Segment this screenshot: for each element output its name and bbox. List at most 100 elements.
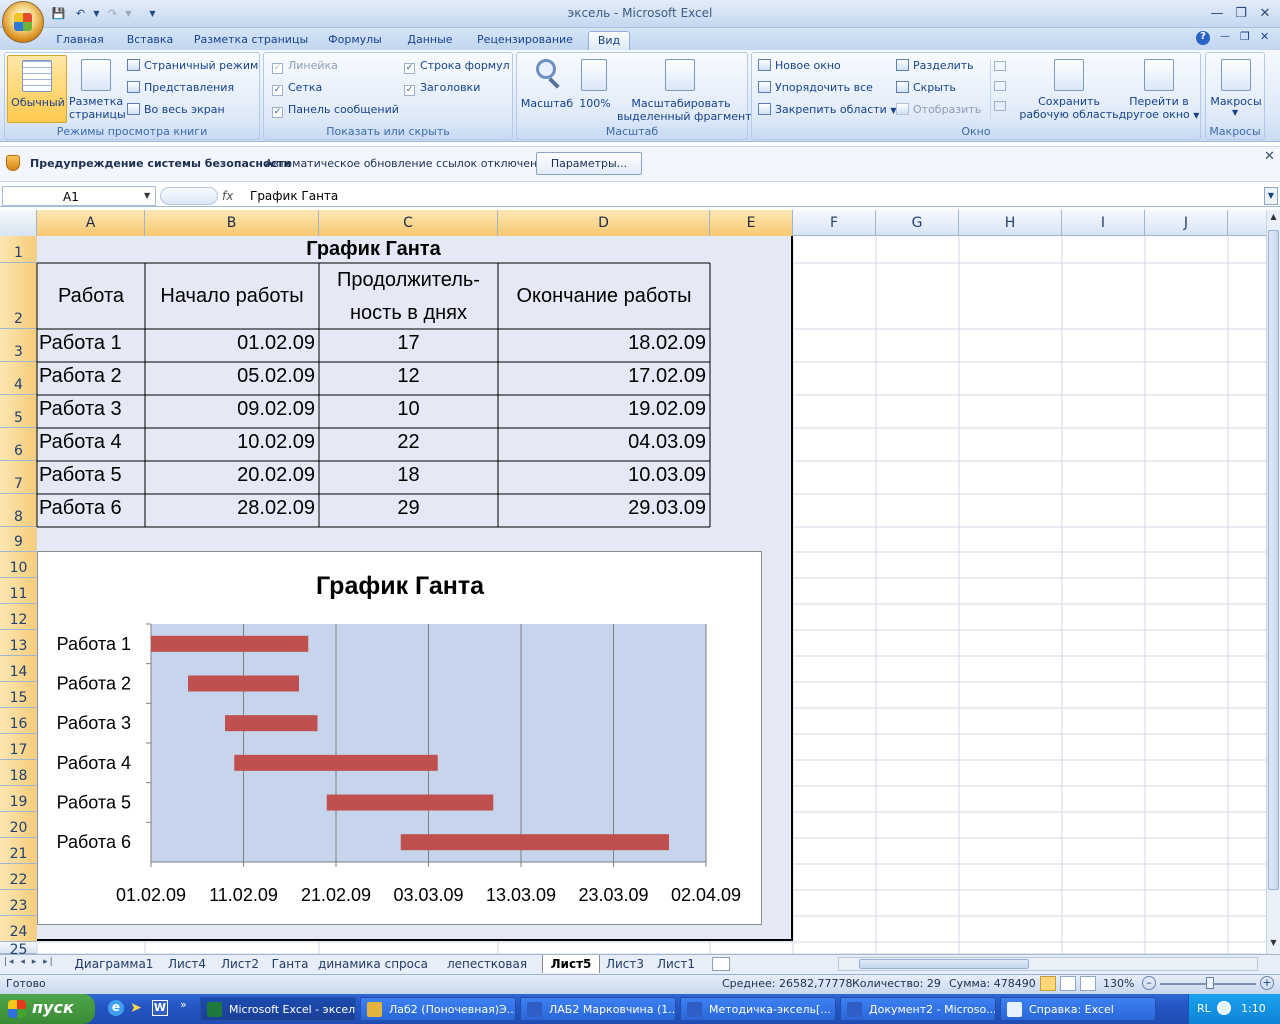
tab-page-layout[interactable]: Разметка страницы [192,31,310,50]
taskbar-item[interactable]: ЛАБ2 Марковчина (1... [520,997,676,1021]
page-layout-status-icon[interactable] [1060,976,1076,991]
start-button[interactable]: пуск [0,994,95,1024]
security-close-icon[interactable]: ✕ [1264,149,1275,164]
hide-button[interactable]: Скрыть [896,81,956,94]
sheet-tab[interactable]: Лист5 [542,955,600,973]
macros-button[interactable]: Макросы ▼ [1208,55,1264,121]
cell-end[interactable]: 29.03.09 [498,497,706,520]
taskbar-item[interactable]: Документ2 - Microso... [840,997,996,1021]
zoom-slider-thumb[interactable] [1206,977,1214,989]
tab-view[interactable]: Вид [588,31,630,50]
zoom-to-selection-button[interactable]: Масштабировать выделенный фрагмент [617,55,752,123]
office-button[interactable] [2,1,44,43]
page-layout-button[interactable]: Разметка страницы [69,55,126,123]
cell-end[interactable]: 04.03.09 [498,431,706,454]
sheet-tab[interactable]: лепестковая [432,955,542,973]
scroll-thumb[interactable] [1268,230,1279,890]
cell-work[interactable]: Работа 5 [39,464,143,487]
taskbar-item[interactable]: Справка: Excel [1000,997,1156,1021]
cell-duration[interactable]: 18 [319,464,498,487]
cell-work[interactable]: Работа 3 [39,398,143,421]
cell-duration[interactable]: 17 [319,332,498,355]
unhide-button[interactable]: Отобразить [896,103,981,116]
select-all-button[interactable] [0,210,37,236]
full-screen-button[interactable]: Во весь экран [127,103,225,116]
headings-checkbox[interactable]: ✓ Заголовки [404,81,480,96]
ribbon-restore-icon[interactable]: ❐ [1240,30,1250,43]
table-title[interactable]: График Ганта [37,238,710,261]
header-start[interactable]: Начало работы [145,285,319,308]
taskbar-more-icon[interactable]: » [180,998,187,1011]
vertical-scrollbar[interactable]: ▲ ▼ [1266,210,1280,954]
cell-work[interactable]: Работа 6 [39,497,143,520]
page-break-view-button[interactable]: Страничный режим [127,59,258,72]
save-workspace-button[interactable]: Сохранить рабочую область [1014,55,1124,121]
custom-views-button[interactable]: Представления [127,81,234,94]
column-header-e[interactable]: E [710,210,793,236]
arrange-all-button[interactable]: Упорядочить все [758,81,873,94]
sheet-tab[interactable]: Ганта [266,955,314,973]
cell-start[interactable]: 28.02.09 [145,497,315,520]
tray-icon[interactable] [1217,1001,1231,1015]
cell-duration[interactable]: 29 [319,497,498,520]
cell-end[interactable]: 10.03.09 [498,464,706,487]
tab-review[interactable]: Рецензирование [472,31,578,50]
ribbon-minimize-icon[interactable]: — [1220,31,1230,42]
close-icon[interactable]: ✕ [1254,3,1276,23]
cell-start[interactable]: 20.02.09 [145,464,315,487]
column-header-f[interactable]: F [793,210,876,236]
ie-icon[interactable]: e [108,1000,124,1016]
name-box[interactable]: A1 [2,186,156,206]
insert-function-button[interactable]: fx [222,189,233,203]
sheet-nav-icons[interactable]: |◂ ◂ ▸ ▸| [4,957,55,967]
tab-home[interactable]: Главная [50,31,110,50]
ruler-checkbox[interactable]: ✓ Линейка [272,59,338,74]
header-duration-line1[interactable]: Продолжитель- [319,269,498,292]
gantt-chart[interactable]: График Ганта 01.02.09 11.02.09 21.02.09 03.0… [37,551,762,925]
zoom-button[interactable]: Масштаб [519,55,575,121]
normal-view-status-icon[interactable] [1040,976,1056,991]
options-button[interactable]: Параметры... [536,152,642,175]
minimize-icon[interactable]: — [1206,3,1228,23]
zoom-in-icon[interactable]: + [1260,976,1274,990]
header-end[interactable]: Окончание работы [498,285,710,308]
taskbar-item[interactable]: Microsoft Excel - эксель [200,997,356,1021]
horizontal-scrollbar[interactable] [838,957,1258,971]
zoom-out-icon[interactable]: – [1142,976,1156,990]
cell-start[interactable]: 09.02.09 [145,398,315,421]
name-box-dropdown-icon[interactable]: ▼ [144,191,150,200]
insert-sheet-icon[interactable] [712,957,730,971]
cell-duration[interactable]: 12 [319,365,498,388]
column-header-d[interactable]: D [498,210,710,236]
sheet-tab[interactable]: Лист2 [214,955,266,973]
restore-icon[interactable]: ❐ [1230,3,1252,23]
cell-work[interactable]: Работа 1 [39,332,143,355]
formula-bar-checkbox[interactable]: ✓ Строка формул [404,59,510,74]
column-header-g[interactable]: G [876,210,959,236]
normal-view-button[interactable]: Обычный [7,55,67,123]
cell-work[interactable]: Работа 4 [39,431,143,454]
formula-expand-icon[interactable]: ▼ [1264,187,1278,205]
cell-start[interactable]: 01.02.09 [145,332,315,355]
cell-start[interactable]: 05.02.09 [145,365,315,388]
sheet-tab[interactable]: динамика спроса [314,955,432,973]
cell-start[interactable]: 10.02.09 [145,431,315,454]
taskbar-item[interactable]: Методичка-эксель[... [680,997,836,1021]
side-by-side-icons[interactable] [990,59,1006,119]
sheet-tab[interactable]: Лист4 [160,955,214,973]
tab-formulas[interactable]: Формулы [322,31,388,50]
help-icon[interactable]: ? [1196,31,1210,45]
cell-end[interactable]: 17.02.09 [498,365,706,388]
switch-windows-button[interactable]: Перейти в другое окно ▼ [1118,55,1200,121]
zoom-level[interactable]: 130% [1103,977,1134,990]
word-icon[interactable]: W [152,1000,168,1016]
new-window-button[interactable]: Новое окно [758,59,841,72]
header-duration-line2[interactable]: ность в днях [319,302,498,325]
cell-duration[interactable]: 10 [319,398,498,421]
tab-data[interactable]: Данные [400,31,460,50]
sheet-tab[interactable]: Лист1 [650,955,702,973]
zoom-100-button[interactable]: 100% [575,55,615,121]
sheet-tab[interactable]: Диаграмма1 [70,955,158,973]
message-bar-checkbox[interactable]: ✓ Панель сообщений [272,103,399,118]
cell-end[interactable]: 18.02.09 [498,332,706,355]
